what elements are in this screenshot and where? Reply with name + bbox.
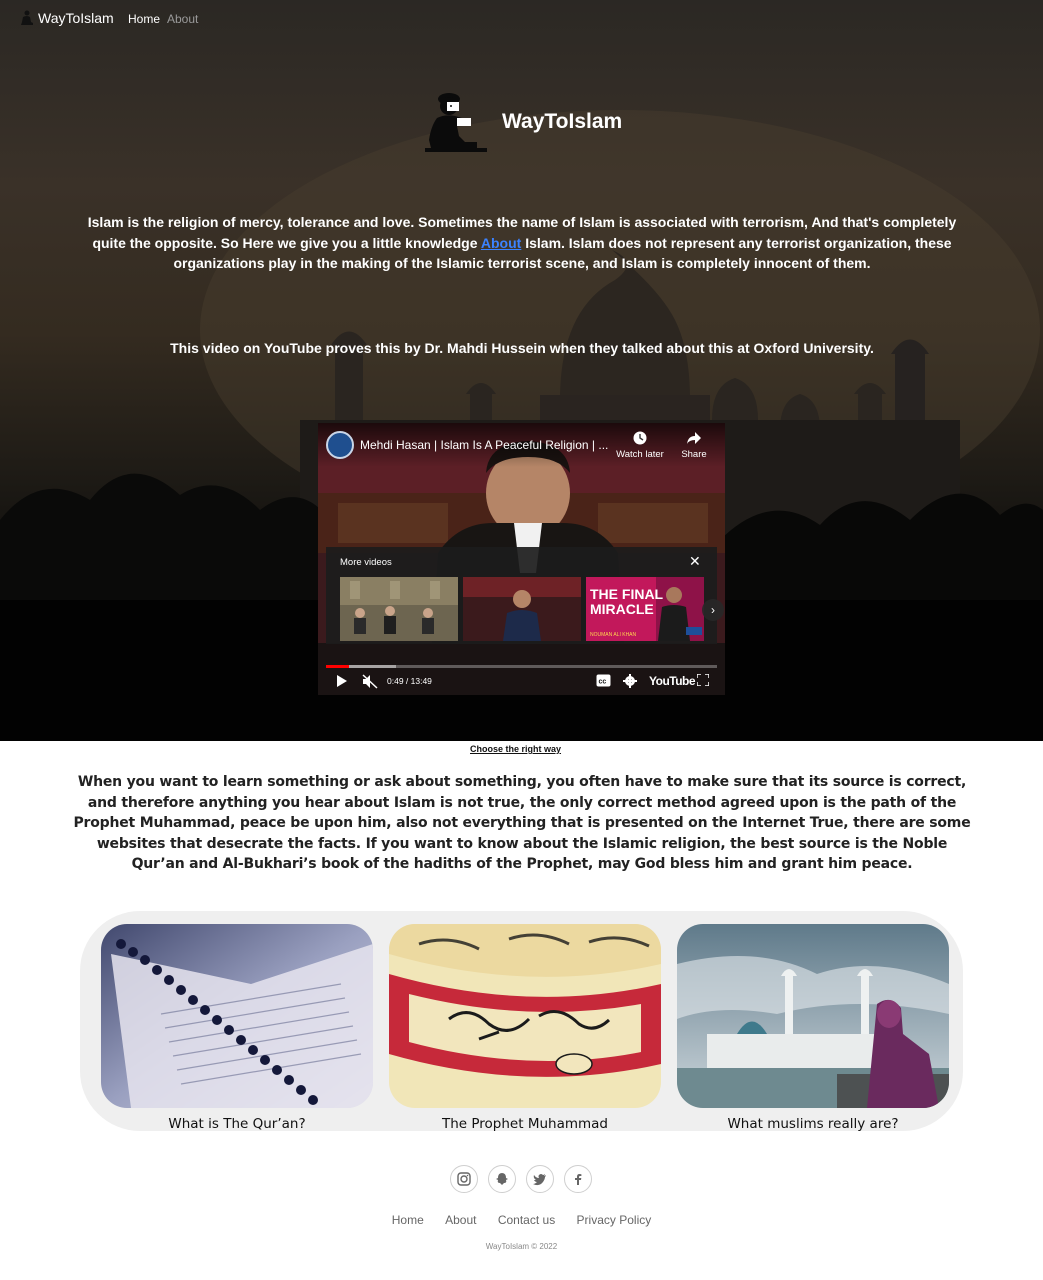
thumbnail-title: THE FINAL MIRACLE (590, 587, 663, 617)
speaker-thumbnail (463, 577, 581, 641)
video-progress-bar[interactable] (326, 665, 717, 668)
video-title[interactable]: Mehdi Hasan | Islam Is A Peaceful Religi… (360, 438, 612, 452)
footer-link-home[interactable]: Home (392, 1213, 424, 1227)
video-thumbnail[interactable]: THE FINAL MIRACLE NOUMAN ALI KHAN (586, 577, 704, 641)
hero-section: WayToIslam Home About WayToIslam Islam i… (0, 0, 1043, 741)
watch-later-label: Watch later (616, 449, 664, 460)
navbar-brand[interactable]: WayToIslam (20, 10, 114, 26)
topic-cards: What is The Qur’an? The Prophet Muhammad (80, 911, 963, 1132)
panel-discussion-thumbnail (340, 577, 458, 641)
video-thumbnail[interactable] (463, 577, 581, 641)
facebook-icon[interactable] (564, 1165, 592, 1193)
card-quran-label[interactable]: What is The Qur’an? (101, 1116, 373, 1132)
instagram-icon[interactable] (450, 1165, 478, 1193)
youtube-logo[interactable]: YouTube (649, 674, 696, 688)
share-label: Share (681, 449, 707, 460)
praying-man-icon (21, 10, 33, 25)
intro-about-link[interactable]: About (481, 235, 521, 251)
surah-page-illustration (389, 924, 661, 1108)
share-button[interactable]: Share (676, 431, 712, 460)
social-links (450, 1165, 594, 1195)
card-muslims[interactable]: What muslims really are? (677, 924, 949, 1132)
choose-right-way-link[interactable]: Choose the right way (470, 744, 561, 754)
footer-link-privacy[interactable]: Privacy Policy (577, 1213, 652, 1227)
card-muslims-label[interactable]: What muslims really are? (677, 1116, 949, 1132)
share-arrow-icon (687, 432, 701, 444)
mosque-woman-image[interactable] (677, 924, 949, 1108)
hero-intro-text: Islam is the religion of mercy, toleranc… (72, 212, 972, 274)
watch-later-button[interactable]: Watch later (612, 431, 668, 460)
play-icon[interactable] (336, 674, 348, 688)
chevron-right-icon[interactable]: › (702, 599, 724, 621)
footer-nav: Home About Contact us Privacy Policy (0, 1213, 1043, 1227)
player-controls: 0:49 / 13:49 cc YouTube (318, 671, 725, 695)
footer-link-about[interactable]: About (445, 1213, 476, 1227)
nav-link-home[interactable]: Home (128, 12, 160, 26)
top-navbar: WayToIslam Home About (0, 0, 1043, 38)
fullscreen-icon[interactable] (697, 674, 709, 686)
close-icon[interactable]: ✕ (689, 553, 701, 570)
source-advice-text: When you want to learn something or ask … (73, 774, 971, 872)
card-prophet[interactable]: The Prophet Muhammad (389, 924, 661, 1132)
snapchat-icon[interactable] (488, 1165, 516, 1193)
settings-gear-icon[interactable] (623, 674, 637, 688)
footer-link-contact[interactable]: Contact us (498, 1213, 555, 1227)
video-note-text: This video on YouTube proves this by Dr.… (170, 340, 874, 356)
nav-link-about[interactable]: About (167, 12, 198, 26)
clock-icon (633, 431, 647, 445)
svg-text:cc: cc (599, 679, 607, 686)
progress-played (326, 665, 350, 668)
mute-icon[interactable] (362, 674, 378, 689)
navbar-brand-text: WayToIslam (38, 10, 114, 26)
more-videos-panel: More videos ✕ THE FINAL MIRACLE NOUMAN A… (326, 547, 724, 644)
surah-muhammad-image[interactable] (389, 924, 661, 1108)
card-quran[interactable]: What is The Qur’an? (101, 924, 373, 1132)
quran-page-illustration (101, 924, 373, 1108)
channel-avatar[interactable] (326, 431, 354, 459)
mosque-scene-illustration (677, 924, 949, 1108)
twitter-icon[interactable] (526, 1165, 554, 1193)
video-thumbnail[interactable] (340, 577, 458, 641)
more-videos-title: More videos (340, 557, 392, 568)
thumbnail-title-line2: MIRACLE (590, 601, 654, 617)
quran-tasbih-image[interactable] (101, 924, 373, 1108)
thumbnail-subtitle: NOUMAN ALI KHAN (590, 632, 637, 638)
captions-icon[interactable]: cc (596, 674, 611, 687)
copyright-text: WayToIslam © 2022 (485, 1242, 558, 1251)
praying-man-logo-icon (425, 93, 487, 152)
thumbnail-title-line1: THE FINAL (590, 586, 664, 602)
card-prophet-label[interactable]: The Prophet Muhammad (389, 1116, 661, 1132)
video-time: 0:49 / 13:49 (387, 676, 432, 686)
youtube-embed[interactable]: Mehdi Hasan | Islam Is A Peaceful Religi… (318, 423, 725, 695)
hero-site-title: WayToIslam (502, 110, 623, 133)
